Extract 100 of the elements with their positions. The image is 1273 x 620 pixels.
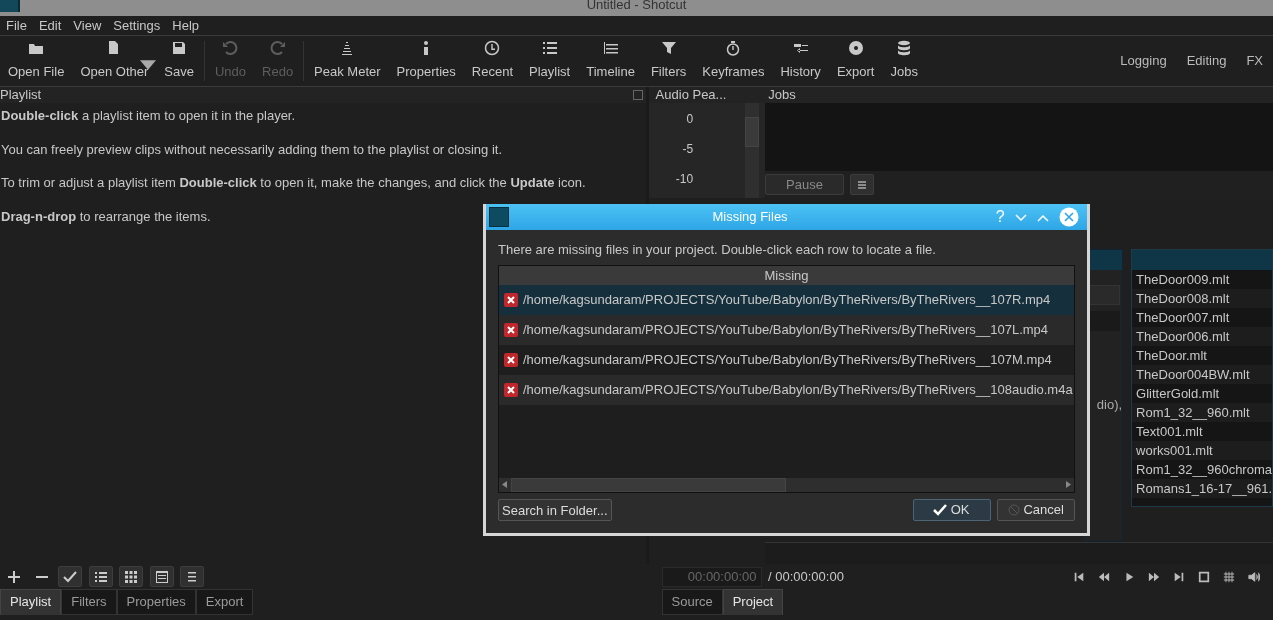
toolbar-button[interactable]: Jobs (882, 37, 926, 85)
file-name: Rom1_32__960.mlt (1132, 402, 1272, 422)
toolbar-button[interactable] (88, 566, 113, 587)
toolbar-button[interactable]: Save (156, 37, 202, 85)
table-row[interactable]: /home/kagsundaram/PROJECTS/YouTube/Babylon/ByTheRivers/ByTheRivers__107L.mp4 (499, 314, 1074, 345)
rewind-icon (1098, 571, 1110, 584)
help-text: You can freely preview clips without necessarily adding them to the playlist or closing it. (1, 140, 502, 159)
menu-item[interactable]: Help (172, 15, 200, 36)
stopwatch-icon (725, 40, 742, 56)
toolbar-button[interactable]: History (772, 37, 829, 85)
file-name: TheDoor007.mlt (1135, 308, 1231, 327)
error-icon (504, 352, 518, 367)
clock-icon (484, 40, 501, 56)
toolbar-button[interactable]: Open File (0, 37, 73, 85)
toolbar-button[interactable]: Export (828, 37, 883, 85)
duration-text: / 00:00:00:00 (768, 567, 844, 586)
volume-icon (1248, 571, 1260, 584)
menu-button[interactable] (850, 174, 875, 196)
layout-button[interactable]: FX (1236, 51, 1273, 71)
cancel-button[interactable]: Cancel (997, 499, 1075, 521)
tab[interactable]: Project (722, 589, 784, 615)
toolbar-button[interactable] (119, 566, 144, 587)
save-icon (171, 40, 188, 56)
pause-button[interactable]: Pause (765, 174, 844, 196)
file-name: TheDoor.mlt (1135, 346, 1208, 365)
zoom-fit-icon (1198, 571, 1210, 584)
panel-title: Playlist (0, 87, 42, 103)
toolbar-button[interactable]: Properties (388, 37, 464, 85)
file-name: Rom1_32__960chroma (1135, 460, 1272, 479)
table-row[interactable]: /home/kagsundaram/PROJECTS/YouTube/Babylon/ByTheRivers/ByTheRivers__108audio.m4a (499, 374, 1074, 405)
disc-icon (847, 40, 864, 56)
table-row[interactable]: /home/kagsundaram/PROJECTS/YouTube/Babylon/ByTheRivers/ByTheRivers__107M.mp4 (499, 344, 1074, 375)
toolbar-button[interactable]: Keyframes (694, 37, 773, 85)
list-icon (541, 40, 558, 56)
menu-item[interactable]: File (6, 15, 27, 36)
panel-title: Jobs (768, 87, 796, 102)
cancel-icon (1008, 504, 1021, 516)
file-name: TheDoor009.mlt (1135, 270, 1231, 289)
panel-title: Audio Pea... (655, 87, 727, 103)
filter-icon (660, 40, 677, 56)
toolbar-button[interactable]: Recent (463, 37, 522, 85)
scale-label: 0 (685, 110, 694, 128)
chevron-down-icon (1014, 213, 1027, 222)
tab[interactable]: Playlist (0, 589, 62, 615)
float-icon[interactable] (632, 90, 643, 100)
scroll-left-icon[interactable] (502, 481, 508, 488)
dialog-title: Missing Files (711, 208, 789, 227)
toolbar-button[interactable] (180, 566, 205, 587)
ok-button[interactable]: OK (912, 499, 991, 521)
layout-button[interactable]: Logging (1110, 51, 1177, 71)
dialog-message: There are missing files in your project. Double-click each row to locate a file. (498, 241, 937, 259)
scale-label: -10 (674, 170, 694, 188)
redo-icon (269, 40, 286, 56)
plus-icon (7, 570, 22, 585)
description-text: dio), (1095, 395, 1123, 414)
grid-icon (124, 569, 139, 584)
close-icon (1058, 207, 1079, 227)
undo-icon (222, 40, 239, 56)
app-icon (0, 0, 20, 12)
tab[interactable]: Filters (61, 589, 117, 615)
toolbar-button[interactable] (149, 566, 174, 587)
tab[interactable]: Properties (116, 589, 196, 615)
database-icon (896, 40, 913, 56)
help-text: Drag-n-drop to rearrange the items. (1, 207, 211, 226)
timeline-icon (602, 40, 619, 56)
table-row[interactable]: /home/kagsundaram/PROJECTS/YouTube/Babylon/ByTheRivers/ByTheRivers__107R.mp4 (499, 284, 1074, 315)
toolbar-button[interactable]: Peak Meter (306, 37, 389, 85)
column-header[interactable]: Missing (499, 265, 1074, 285)
file-name: Text001.mlt (1135, 422, 1204, 441)
app-icon (489, 207, 510, 227)
file-path: /home/kagsundaram/PROJECTS/YouTube/Babylon/ByTheRivers/ByTheRivers__108audio.m4a (523, 380, 1073, 399)
toolbar-button[interactable]: Timeline (578, 37, 643, 85)
file-name: GlitterGold.mlt (1135, 384, 1221, 403)
layout-button[interactable]: Editing (1176, 51, 1237, 71)
fast-forward-icon (1148, 571, 1160, 584)
menu-item[interactable]: Settings (113, 15, 161, 36)
checkmark-icon (933, 504, 948, 516)
error-icon (504, 292, 518, 307)
horizontal-scrollbar[interactable] (499, 477, 1074, 492)
table-icon (154, 569, 169, 584)
tab[interactable]: Export (195, 589, 254, 615)
toolbar-button[interactable]: Filters (642, 37, 695, 85)
file-path: /home/kagsundaram/PROJECTS/YouTube/Babylon/ByTheRivers/ByTheRivers__107M.mp4 (523, 350, 1052, 369)
file-path: /home/kagsundaram/PROJECTS/YouTube/Babylon/ByTheRivers/ByTheRivers__107L.mp4 (523, 320, 1049, 339)
skip-end-icon (1173, 571, 1185, 584)
scale-label: -5 (681, 140, 694, 158)
scroll-right-icon[interactable] (1065, 481, 1071, 488)
toolbar-button[interactable]: Open Other (72, 37, 157, 85)
play-icon (1123, 571, 1135, 584)
toolbar-button[interactable]: Playlist (521, 37, 579, 85)
skip-start-icon (1073, 571, 1085, 584)
menu-icon (857, 180, 868, 189)
tab[interactable]: Source (661, 589, 723, 615)
file-name: works001.mlt (1132, 440, 1272, 460)
search-in-folder-button[interactable]: Search in Folder... (498, 499, 612, 521)
menu-item[interactable]: View (73, 15, 102, 36)
toolbar-button[interactable] (58, 566, 83, 587)
file-path: /home/kagsundaram/PROJECTS/YouTube/Babylon/ByTheRivers/ByTheRivers__107R.mp4 (523, 290, 1051, 309)
scrollbar[interactable] (744, 103, 759, 198)
menu-item[interactable]: Edit (38, 15, 62, 36)
